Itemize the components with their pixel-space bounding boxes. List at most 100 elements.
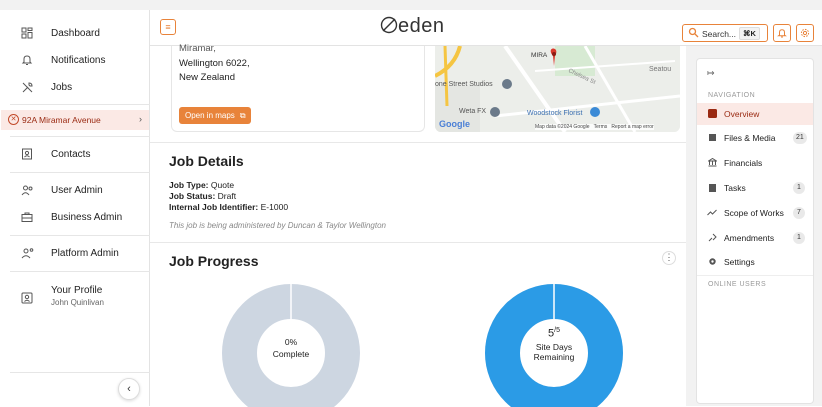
toggle-menu-button[interactable]: ≡ [160,19,176,35]
divider [10,172,150,173]
briefcase-icon [20,210,34,224]
site-days-value: 5/5 [548,327,560,340]
sidebar-item-label: Business Admin [51,211,123,223]
sidebar-item-business-admin[interactable]: Business Admin [0,204,150,230]
sidebar-item-profile[interactable]: Your Profile John Quinlivan [0,282,150,312]
map-footer: Map data ©2024 Google Terms Report a map… [535,124,654,130]
app-root: Dashboard Notifications Jobs ✕ 92A Miram… [0,0,822,407]
nav-item-tasks[interactable]: Tasks 1 [697,177,813,199]
nav-item-label: Tasks [724,183,746,193]
current-job-item[interactable]: ✕ 92A Miramar Avenue › [1,110,149,130]
left-sidebar: Dashboard Notifications Jobs ✕ 92A Miram… [0,10,150,406]
divider [10,104,150,105]
main-content: Miramar, Wellington 6022, New Zealand Op… [150,43,686,407]
sidebar-item-notifications[interactable]: Notifications [0,47,150,73]
address-line: Wellington 6022, [179,58,250,69]
site-days-caption: Remaining [533,351,575,362]
sidebar-item-jobs[interactable]: Jobs [0,74,150,100]
settings-button[interactable] [796,24,814,42]
site-days-caption: Site Days [535,341,573,352]
sidebar-item-contacts[interactable]: Contacts [0,141,150,167]
job-type-field: Job Type: Quote [169,180,234,190]
field-key: Job Type: [169,180,209,190]
bell-icon [777,29,787,38]
job-navigation-card: ↦ NAVIGATION Overview Files & Media 21 F… [696,58,814,404]
files-icon [707,132,717,142]
clipboard-icon [707,182,717,192]
field-key: Internal Job Identifier: [169,202,259,212]
nav-item-amendments[interactable]: Amendments 1 [697,227,813,249]
complete-donut-label: 0% Complete [258,337,324,359]
count-badge: 1 [793,232,805,244]
dashboard-icon [20,26,34,40]
search-box[interactable]: Search... ⌘K [682,24,768,42]
sidebar-item-dashboard[interactable]: Dashboard [0,20,150,46]
contacts-icon [20,147,34,161]
sidebar-item-label: User Admin [51,184,103,196]
sidebar-item-user-admin[interactable]: User Admin [0,177,150,203]
complete-caption: Complete [272,349,310,359]
chevron-right-icon: › [139,114,142,124]
count-badge: 1 [793,182,805,194]
section-title: Job Details [169,153,244,169]
job-status-field: Job Status: Draft [169,191,236,201]
sidebar-item-platform-admin[interactable]: Platform Admin [0,240,150,266]
menu-icon: ≡ [165,22,171,32]
map-label: one Street Studios [435,81,493,88]
nav-item-label: Settings [724,257,755,267]
site-days-donut-label: 5/5 Site Days Remaining [521,327,587,362]
field-key: Job Status: [169,191,216,201]
current-job-label: 92A Miramar Avenue [22,115,101,125]
nav-item-label: Overview [724,109,760,119]
sidebar-item-label: Dashboard [51,27,100,39]
gear-icon [707,256,717,266]
profile-name: John Quinlivan [51,298,104,307]
count-badge: 7 [793,207,805,219]
online-users-heading: ONLINE USERS [708,281,767,288]
map-label: MIRA [531,52,548,59]
map-label: Weta FX [459,108,487,115]
address-card: Miramar, Wellington 6022, New Zealand Op… [171,43,425,132]
google-logo: Google [439,119,470,129]
nav-item-overview[interactable]: Overview [697,103,813,125]
amendments-icon [707,232,717,242]
field-value: E-1000 [260,202,289,212]
nav-item-files-media[interactable]: Files & Media 21 [697,127,813,149]
gear-icon [800,28,810,38]
job-progress-section: Job Progress ⋮ 0% Complete 5/5 Site Days… [150,242,686,407]
search-label: Search... [702,29,737,39]
nav-item-label: Files & Media [724,133,776,143]
collapse-sidebar-button[interactable]: ‹ [118,378,140,400]
expand-panel-icon[interactable]: ↦ [707,68,715,79]
close-icon[interactable]: ✕ [8,114,19,125]
logo-mark-icon [380,16,398,34]
search-shortcut: ⌘K [739,27,760,40]
open-in-maps-label: Open in maps [185,111,235,120]
count-badge: 21 [793,132,807,144]
divider [10,271,150,272]
nav-item-financials[interactable]: Financials [697,152,813,174]
search-icon [688,27,699,38]
address-line: Miramar, [179,43,216,54]
nav-item-scope-of-works[interactable]: Scope of Works 7 [697,202,813,224]
bell-icon [20,53,34,67]
days-total: 5 [556,327,560,334]
right-panel: ↦ NAVIGATION Overview Files & Media 21 F… [686,46,822,406]
external-link-icon: ⧉ [239,110,246,120]
administered-by-note: This job is being administered by Duncan… [169,221,387,230]
sidebar-item-label: Platform Admin [51,247,119,259]
trend-icon [707,207,717,217]
map-embed[interactable]: MIRA Seatou one Street Studios Weta FX W… [435,46,680,132]
profile-icon [20,291,34,305]
nav-item-label: Financials [724,158,763,168]
complete-percent: 0% [284,337,298,347]
address-line: New Zealand [179,72,235,83]
map-label: Woodstock Florist [527,110,583,117]
notifications-button[interactable] [773,24,791,42]
divider [10,235,150,236]
nav-item-settings[interactable]: Settings [697,251,813,273]
open-in-maps-button[interactable]: Open in maps ⧉ [179,107,251,124]
navigation-heading: NAVIGATION [708,92,756,99]
divider [10,372,150,373]
field-value: Draft [217,191,237,201]
